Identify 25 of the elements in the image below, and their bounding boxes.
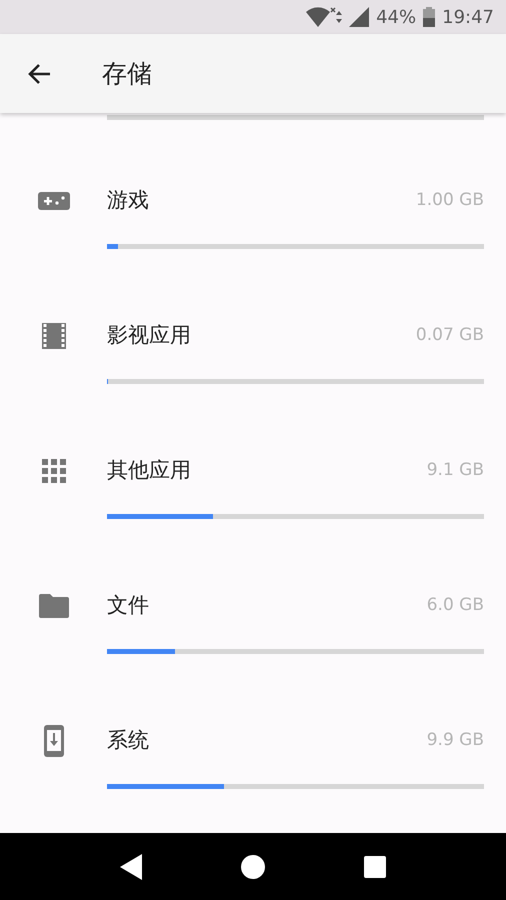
phone-download-icon [44, 725, 64, 757]
grid-icon [42, 459, 66, 483]
triangle-icon [120, 854, 142, 880]
category-name: 游戏 [107, 187, 149, 214]
category-size: 0.07 GB [416, 324, 484, 348]
category-size: 9.1 GB [426, 459, 484, 482]
category-name: 系统 [107, 727, 149, 754]
square-icon [364, 856, 386, 878]
wifi-icon [306, 6, 342, 28]
category-size: 6.0 GB [426, 594, 484, 618]
category-name: 其他应用 [107, 457, 191, 484]
battery-icon [423, 7, 436, 27]
battery-percentage: 44% [376, 6, 416, 30]
film-icon [42, 323, 66, 349]
category-name: 影视应用 [107, 322, 191, 350]
back-arrow-icon [27, 62, 51, 84]
folder-icon [38, 594, 68, 618]
signal-icon [349, 7, 370, 27]
circle-icon [241, 854, 265, 878]
gamepad-icon [38, 192, 70, 210]
page-title: 存储 [102, 58, 152, 90]
category-size: 1.00 GB [416, 189, 484, 212]
clock: 19:47 [442, 6, 494, 30]
category-name: 文件 [107, 592, 149, 620]
category-size: 9.9 GB [426, 729, 484, 752]
